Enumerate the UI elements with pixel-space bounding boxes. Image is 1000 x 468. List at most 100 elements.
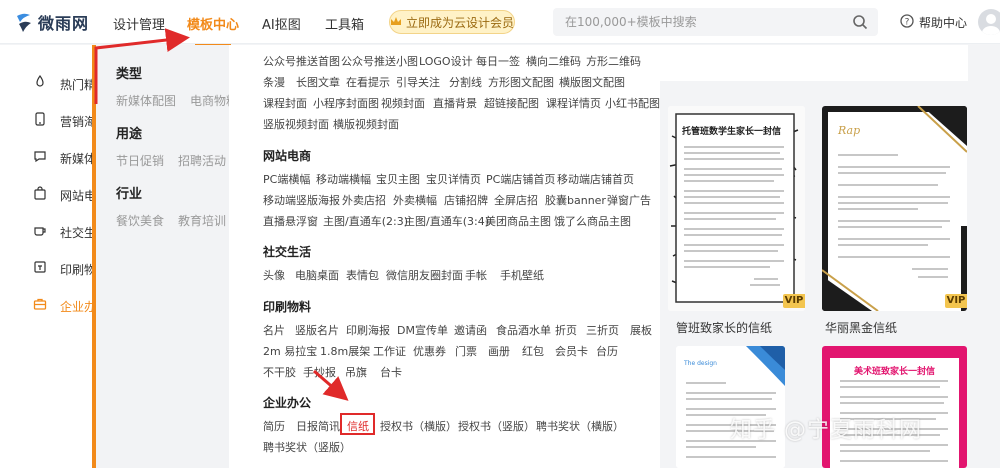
menu-link[interactable]: 工作证 bbox=[373, 343, 406, 359]
category-link[interactable]: 新媒体配图 bbox=[116, 92, 176, 109]
menu-link[interactable]: 食品酒水单 bbox=[496, 322, 551, 338]
menu-link[interactable]: 每日一签 bbox=[476, 53, 520, 69]
print-icon bbox=[33, 260, 47, 274]
nav-design-manage[interactable]: 设计管理 bbox=[113, 14, 165, 33]
menu-link[interactable]: 视频封面 bbox=[381, 95, 425, 111]
menu-link[interactable]: 会员卡 bbox=[555, 343, 588, 359]
menu-link[interactable]: 直播背景 bbox=[433, 95, 477, 111]
menu-link[interactable]: 方形图文配图 bbox=[488, 74, 554, 90]
menu-link[interactable]: 三折页 bbox=[586, 322, 619, 338]
menu-link[interactable]: 手抄报 bbox=[303, 364, 336, 380]
menu-link[interactable]: 美团商品主图 bbox=[485, 213, 551, 229]
menu-link[interactable]: 宝贝主图 bbox=[376, 171, 420, 187]
logo[interactable]: 微雨网 bbox=[14, 10, 89, 34]
menu-link[interactable]: 胶囊banner bbox=[545, 192, 606, 208]
menu-link[interactable]: 外卖横幅 bbox=[393, 192, 437, 208]
card-caption[interactable]: 华丽黑金信纸 bbox=[825, 319, 897, 336]
menu-link[interactable]: 主图/直通车(3:4) bbox=[404, 213, 489, 229]
menu-link[interactable]: 外卖店招 bbox=[342, 192, 386, 208]
menu-link[interactable]: 折页 bbox=[555, 322, 577, 338]
menu-link[interactable]: 横版图文配图 bbox=[559, 74, 625, 90]
template-card[interactable]: The design bbox=[676, 346, 785, 468]
menu-link[interactable]: 红包 bbox=[522, 343, 544, 359]
menu-link[interactable]: 台卡 bbox=[380, 364, 402, 380]
menu-link[interactable]: 引导关注 bbox=[396, 74, 440, 90]
menu-link[interactable]: 公众号推送首图 bbox=[263, 53, 340, 69]
svg-text:?: ? bbox=[905, 18, 910, 28]
menu-link[interactable]: 在看提示 bbox=[346, 74, 390, 90]
menu-link[interactable]: PC端店铺首页 bbox=[486, 171, 555, 187]
menu-link[interactable]: 聘书奖状（竖版） bbox=[263, 439, 351, 455]
menu-link[interactable]: 展板 bbox=[630, 322, 652, 338]
menu-link[interactable]: 宝贝详情页 bbox=[426, 171, 481, 187]
menu-link[interactable]: 店铺招牌 bbox=[444, 192, 488, 208]
menu-link[interactable]: 竖版视频封面 bbox=[263, 116, 329, 132]
menu-link[interactable]: 1.8m展架 bbox=[320, 343, 370, 359]
card-heading: 托管班数学生家长一封信 bbox=[682, 127, 782, 137]
menu-link[interactable]: 台历 bbox=[596, 343, 618, 359]
menu-link[interactable]: 2m 易拉宝 bbox=[263, 343, 317, 359]
menu-link[interactable]: 横向二维码 bbox=[526, 53, 581, 69]
menu-link[interactable]: 聘书奖状（横版） bbox=[536, 418, 624, 434]
category-link[interactable]: 教育培训 bbox=[178, 212, 226, 229]
menu-link[interactable]: LOGO设计 bbox=[419, 53, 473, 69]
menu-link[interactable]: PC端横幅 bbox=[263, 171, 310, 187]
menu-link[interactable]: 微信朋友圈封面 bbox=[386, 267, 463, 283]
menu-link[interactable]: 弹窗广告 bbox=[607, 192, 651, 208]
category-link[interactable]: 招聘活动 bbox=[178, 152, 226, 169]
menu-link[interactable]: 吊旗 bbox=[345, 364, 367, 380]
search-icon[interactable] bbox=[852, 14, 868, 30]
menu-link[interactable]: 表情包 bbox=[346, 267, 379, 283]
menu-link[interactable]: 移动端竖版海报 bbox=[263, 192, 340, 208]
menu-link[interactable]: 移动端店铺首页 bbox=[557, 171, 634, 187]
menu-link[interactable]: 课程封面 bbox=[263, 95, 307, 111]
help-center[interactable]: ? 帮助中心 bbox=[900, 14, 967, 31]
menu-link[interactable]: 门票 bbox=[455, 343, 477, 359]
vip-crown-icon bbox=[390, 15, 402, 29]
menu-link[interactable]: 方形二维码 bbox=[586, 53, 641, 69]
menu-link[interactable]: 公众号推送小图 bbox=[341, 53, 418, 69]
menu-link[interactable]: 不干胶 bbox=[263, 364, 296, 380]
category-link[interactable]: 餐饮美食 bbox=[116, 212, 164, 229]
menu-link[interactable]: 超链接配图 bbox=[484, 95, 539, 111]
card-caption[interactable]: 管班致家长的信纸 bbox=[676, 319, 772, 336]
menu-link[interactable]: 印刷海报 bbox=[346, 322, 390, 338]
menu-link[interactable]: 竖版名片 bbox=[295, 322, 339, 338]
menu-link[interactable]: 小红书配图 bbox=[605, 95, 660, 111]
menu-link[interactable]: 授权书（横版） bbox=[380, 418, 457, 434]
menu-link[interactable]: 手机壁纸 bbox=[500, 267, 544, 283]
menu-link[interactable]: 优惠券 bbox=[413, 343, 446, 359]
menu-link[interactable]: 移动端横幅 bbox=[316, 171, 371, 187]
menu-link[interactable]: 画册 bbox=[488, 343, 510, 359]
menu-link[interactable]: 直播悬浮窗 bbox=[263, 213, 318, 229]
card-brand: Rap bbox=[838, 124, 861, 137]
menu-link[interactable]: 全屏店招 bbox=[494, 192, 538, 208]
vip-button[interactable]: 立即成为云设计会员 bbox=[389, 10, 515, 34]
search-input[interactable] bbox=[565, 15, 845, 29]
template-card[interactable]: 托管班数学生家长一封信 VIP bbox=[668, 106, 805, 311]
menu-link[interactable]: 条漫 bbox=[263, 74, 285, 90]
menu-link[interactable]: 手帐 bbox=[465, 267, 487, 283]
menu-link[interactable]: 简历 bbox=[263, 418, 285, 434]
menu-link[interactable]: 头像 bbox=[263, 267, 285, 283]
menu-link[interactable]: 小程序封面图 bbox=[313, 95, 379, 111]
nav-ai-cutout[interactable]: AI抠图 bbox=[262, 14, 301, 33]
nav-template-center[interactable]: 模板中心 bbox=[187, 14, 239, 46]
menu-link[interactable]: 主图/直通车(2:3) bbox=[323, 213, 408, 229]
menu-link[interactable]: 授权书（竖版） bbox=[458, 418, 535, 434]
template-card[interactable]: Rap VIP bbox=[822, 106, 967, 311]
menu-link[interactable]: 课程详情页 bbox=[546, 95, 601, 111]
menu-link[interactable]: 分割线 bbox=[449, 74, 482, 90]
menu-link[interactable]: 长图文章 bbox=[296, 74, 340, 90]
menu-link[interactable]: DM宣传单 bbox=[397, 322, 448, 338]
menu-link[interactable]: 饿了么商品主图 bbox=[554, 213, 631, 229]
nav-toolbox[interactable]: 工具箱 bbox=[325, 14, 364, 33]
category-link[interactable]: 节日促销 bbox=[116, 152, 164, 169]
menu-link[interactable]: 名片 bbox=[263, 322, 285, 338]
menu-link[interactable]: 邀请函 bbox=[454, 322, 487, 338]
menu-link[interactable]: 电脑桌面 bbox=[295, 267, 339, 283]
menu-link[interactable]: 日报简讯 bbox=[296, 418, 340, 434]
avatar[interactable] bbox=[978, 9, 1000, 35]
template-card[interactable]: 美术班致家长一封信 bbox=[822, 346, 967, 468]
menu-link[interactable]: 横版视频封面 bbox=[333, 116, 399, 132]
